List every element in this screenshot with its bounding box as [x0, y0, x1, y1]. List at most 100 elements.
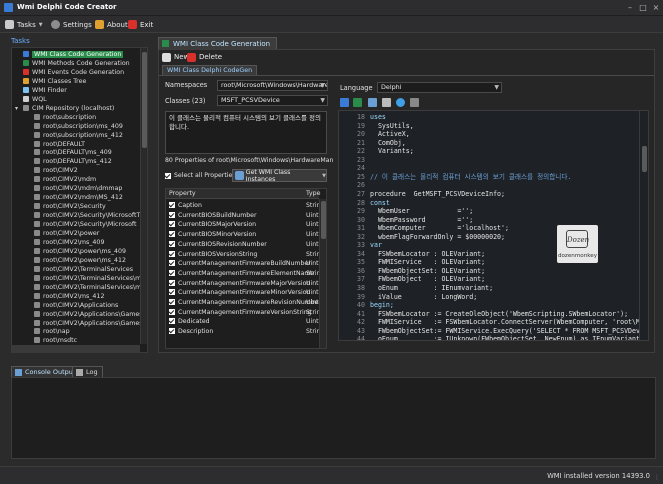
copy-icon[interactable] — [382, 98, 391, 107]
tree-item-namespace[interactable]: root\subscription — [34, 113, 96, 122]
property-checkbox[interactable] — [169, 231, 175, 238]
expand-icon[interactable]: ▾ — [15, 104, 18, 113]
settings-icon[interactable] — [410, 98, 419, 107]
tree-item-namespace[interactable]: root\subscription\ms_409 — [34, 122, 123, 131]
tree-item-namespace[interactable]: root\CIMV2\Applications\Games — [34, 310, 142, 319]
property-row[interactable]: CurrentManagementFirmwareMinorVersion Uin… — [166, 288, 319, 298]
namespaces-select[interactable]: root\Microsoft\Windows\Hardware ▼ — [217, 80, 328, 91]
property-checkbox[interactable] — [169, 250, 175, 257]
tree-item-task[interactable]: WMI Classes Tree — [23, 77, 86, 86]
tree-item-namespace[interactable]: root\CIMV2\ms_412 — [34, 292, 104, 301]
tree-item-namespace[interactable]: root\CIMV2\mdm — [34, 175, 96, 184]
maximize-icon[interactable]: □ — [637, 2, 649, 13]
tree-item-task[interactable]: WMI Finder — [23, 86, 67, 95]
property-checkbox[interactable] — [169, 202, 175, 208]
tab-wmi-class-delphi-codegen[interactable]: WMI Class Delphi CodeGen — [162, 65, 258, 75]
tree-scrollbar[interactable] — [140, 48, 147, 344]
tree-item-namespace[interactable]: root\nap — [34, 327, 70, 336]
property-checkbox[interactable] — [169, 221, 175, 228]
tree-item-task[interactable]: WMI Events Code Generation — [23, 68, 124, 77]
delete-button[interactable]: Delete — [187, 52, 222, 63]
tree-item-namespace[interactable]: root\CIMV2\TerminalServices — [34, 265, 133, 274]
tree-item-namespace[interactable]: root\subscription\ms_412 — [34, 131, 123, 140]
property-grid-scrollbar[interactable] — [319, 199, 326, 348]
property-checkbox[interactable] — [169, 308, 175, 315]
property-checkbox[interactable] — [169, 269, 175, 276]
menu-tasks[interactable]: Tasks ▼ — [5, 19, 43, 30]
language-select[interactable]: Delphi ▼ — [377, 82, 502, 93]
tree-hscrollbar[interactable] — [11, 345, 140, 352]
property-checkbox[interactable] — [169, 240, 175, 247]
property-checkbox[interactable] — [169, 279, 175, 286]
get-instances-button[interactable]: Get WMI Class Instances ▼ — [232, 169, 327, 183]
tree-item-namespace[interactable]: root\CIMV2\power\ms_412 — [34, 256, 126, 265]
select-all-checkbox[interactable]: Select all Properties — [165, 172, 236, 179]
property-row[interactable]: Description Strin — [166, 327, 319, 337]
menu-about[interactable]: About — [95, 19, 128, 30]
tree-item-namespace[interactable]: root\CIMV2\Applications — [34, 301, 118, 310]
tree-item-namespace[interactable]: root\CIMV2\power\ms_409 — [34, 247, 126, 256]
code-editor[interactable]: 18 uses 19 SysUtils, 20 ActiveX, 21 ComObj, 2… — [338, 110, 649, 341]
property-row[interactable]: CurrentBIOSMinorVersion Uint — [166, 230, 319, 240]
resize-grip-icon[interactable]: ⋮ — [654, 474, 660, 481]
property-name: CurrentBIOSMajorVersion — [178, 221, 257, 229]
tree-item-namespace[interactable]: root\CIMV2\Security\Microsoft — [34, 220, 137, 229]
tree-item-namespace[interactable]: root\CIMV2\Applications\Games — [34, 319, 142, 328]
property-row[interactable]: CurrentBIOSVersionString Strin — [166, 250, 319, 260]
menu-settings[interactable]: Settings — [51, 19, 92, 30]
property-row[interactable]: CurrentManagementFirmwareVersionString St… — [166, 308, 319, 318]
property-checkbox[interactable] — [169, 289, 175, 296]
tasks-tree[interactable]: WMI Class Code Generation WMI Methods Cod… — [11, 47, 148, 353]
tree-item-namespace[interactable]: root\DEFAULT\ms_409 — [34, 148, 112, 157]
property-row[interactable]: CurrentBIOSRevisionNumber Uint — [166, 240, 319, 250]
save-icon[interactable] — [368, 98, 377, 107]
close-icon[interactable]: × — [650, 2, 662, 13]
property-row[interactable]: CurrentManagementFirmwareMajorVersion Uin… — [166, 279, 319, 289]
tree-item-task[interactable]: WMI Methods Code Generation — [23, 59, 130, 68]
type-column-header[interactable]: Type — [306, 189, 320, 199]
tree-item-namespace[interactable]: root\CIMV2 — [34, 166, 78, 175]
run-icon[interactable] — [340, 98, 349, 107]
tree-item-namespace[interactable]: root\CIMV2\mdm\dmmap — [34, 184, 122, 193]
tree-item-namespace[interactable]: root\CIMV2\Security — [34, 202, 106, 211]
property-checkbox[interactable] — [169, 211, 175, 218]
menu-exit[interactable]: Exit — [128, 19, 153, 30]
property-row[interactable]: CurrentManagementFirmwareElementName Stri… — [166, 269, 319, 279]
tree-item-namespace[interactable]: root\CIMV2\Security\MicrosoftT — [34, 211, 140, 220]
tree-item-namespace[interactable]: root\CIMV2\TerminalServices\m — [34, 274, 141, 283]
tree-item-namespace[interactable]: root\CIMV2\power — [34, 229, 99, 238]
code-scroll-thumb[interactable] — [642, 146, 647, 172]
property-checkbox[interactable] — [169, 299, 175, 305]
tree-item-namespace[interactable]: root\CIMV2\mdm\MS_412 — [34, 193, 123, 202]
property-checkbox[interactable] — [169, 328, 175, 335]
property-checkbox[interactable] — [169, 318, 175, 325]
tab-console-output[interactable]: Console Output — [11, 366, 81, 377]
new-button[interactable]: New — [162, 52, 189, 63]
property-checkbox[interactable] — [169, 260, 175, 267]
browser-icon[interactable] — [396, 98, 405, 107]
code-scrollbar[interactable] — [639, 111, 648, 340]
console-output[interactable] — [11, 377, 656, 459]
compile-icon[interactable] — [353, 98, 362, 107]
classes-select[interactable]: MSFT_PCSVDevice ▼ — [217, 95, 328, 106]
property-row[interactable]: CurrentBIOSMajorVersion Uint — [166, 220, 319, 230]
property-row[interactable]: Caption Strin — [166, 201, 319, 211]
tree-item-namespace[interactable]: root\CIMV2\TerminalServices\m — [34, 283, 141, 292]
tree-scroll-thumb[interactable] — [142, 52, 147, 148]
property-row[interactable]: CurrentManagementFirmwareBuildNumber Uint — [166, 259, 319, 269]
property-grid-scroll-thumb[interactable] — [321, 201, 326, 239]
minimize-icon[interactable]: – — [624, 2, 636, 13]
tree-item-namespace[interactable]: root\DEFAULT — [34, 140, 85, 149]
tree-item-task[interactable]: WMI Class Code Generation — [23, 50, 124, 59]
tree-item-namespace[interactable]: root\DEFAULT\ms_412 — [34, 157, 112, 166]
tab-wmi-class-code-generation[interactable]: WMI Class Code Generation — [158, 37, 278, 49]
tree-item-task[interactable]: WQL — [23, 95, 47, 104]
line-number: 34 — [357, 249, 365, 258]
tree-item-task[interactable]: ▾ CIM Repository (localhost) — [15, 104, 114, 113]
property-row[interactable]: CurrentManagementFirmwareRevisionNumber U… — [166, 298, 319, 308]
tree-item-namespace[interactable]: root\CIMV2\ms_409 — [34, 238, 104, 247]
property-column-header[interactable]: Property — [169, 189, 196, 199]
property-row[interactable]: CurrentBIOSBuildNumber Uint — [166, 211, 319, 221]
property-row[interactable]: Dedicated Uint — [166, 317, 319, 327]
tab-log[interactable]: Log — [72, 366, 103, 377]
